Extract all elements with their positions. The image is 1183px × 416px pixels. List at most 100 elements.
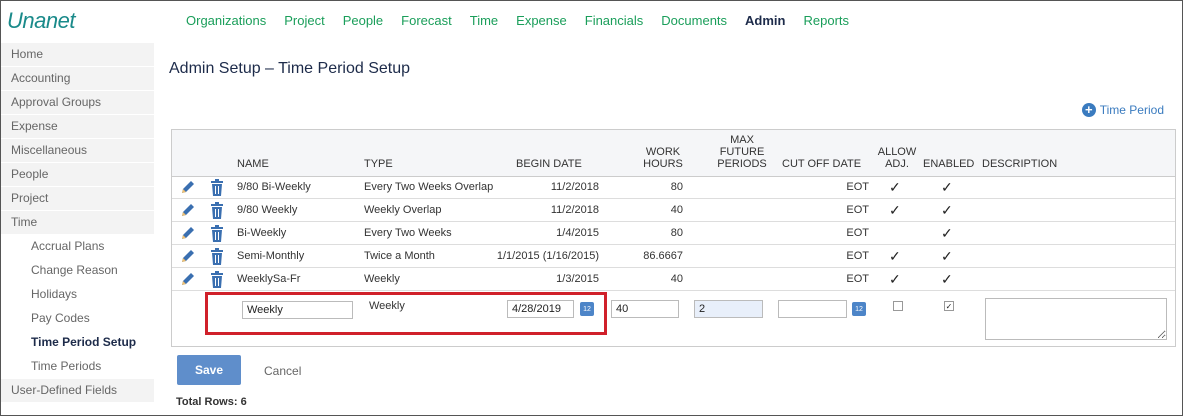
- sidebar-item-miscellaneous[interactable]: Miscellaneous: [1, 139, 154, 162]
- delete-trash-icon[interactable]: [210, 271, 224, 288]
- row-name: Bi-Weekly: [237, 227, 287, 239]
- enabled-check-icon: ✓: [941, 202, 953, 218]
- calendar-icon[interactable]: 12: [852, 302, 866, 316]
- col-begin-date[interactable]: BEGIN DATE: [516, 158, 582, 170]
- table-row: Semi-Monthly Twice a Month 1/1/2015 (1/16/…: [172, 246, 1175, 268]
- nav-organizations[interactable]: Organizations: [186, 13, 266, 28]
- sidebar-item-time[interactable]: Time: [1, 211, 154, 234]
- col-allow-adj[interactable]: ALLOW ADJ.: [875, 146, 919, 170]
- page-title: Admin Setup – Time Period Setup: [169, 60, 411, 77]
- plus-circle-icon: +: [1081, 103, 1096, 117]
- delete-trash-icon[interactable]: [210, 225, 224, 242]
- table-row: Bi-Weekly Every Two Weeks 1/4/2015 80 EOT ✓: [172, 223, 1175, 245]
- nav-project[interactable]: Project: [284, 13, 324, 28]
- nav-documents[interactable]: Documents: [661, 13, 727, 28]
- enabled-check-icon: ✓: [941, 248, 953, 264]
- save-button[interactable]: Save: [177, 355, 241, 385]
- main-nav: Organizations Project People Forecast Time Ex…: [186, 13, 867, 28]
- allow-adj-check-icon: ✓: [889, 248, 901, 264]
- unanet-logo[interactable]: Unanet: [7, 8, 75, 34]
- total-rows: Total Rows: 6: [176, 396, 247, 408]
- row-type: Weekly: [364, 273, 400, 285]
- col-cut-off-date[interactable]: CUT OFF DATE: [782, 158, 861, 170]
- add-time-period-label: Time Period: [1099, 103, 1164, 117]
- nav-time[interactable]: Time: [470, 13, 498, 28]
- col-enabled[interactable]: ENABLED: [923, 158, 974, 170]
- enabled-check-icon: ✓: [941, 271, 953, 287]
- sidebar-item-people[interactable]: People: [1, 163, 154, 186]
- row-work-hours: 86.6667: [643, 250, 683, 262]
- row-type: Twice a Month: [364, 250, 435, 262]
- add-time-period-link[interactable]: + Time Period: [1081, 103, 1164, 117]
- allow-adj-check-icon: ✓: [889, 202, 901, 218]
- row-name: Semi-Monthly: [237, 250, 305, 262]
- nav-forecast[interactable]: Forecast: [401, 13, 452, 28]
- sidebar-item-holidays[interactable]: Holidays: [1, 283, 154, 306]
- top-bar: Unanet Organizations Project People Forecas…: [1, 1, 1182, 43]
- row-name: 9/80 Weekly: [237, 204, 298, 216]
- cut-off-date-input[interactable]: [778, 300, 847, 318]
- nav-admin[interactable]: Admin: [745, 13, 785, 28]
- admin-sidebar: Home Accounting Approval Groups Expense Misc…: [1, 43, 154, 415]
- table-row: 9/80 Weekly Weekly Overlap 11/2/2018 40 EOT ✓…: [172, 200, 1175, 222]
- row-begin-date: 1/3/2015: [556, 273, 599, 285]
- sidebar-item-time-periods[interactable]: Time Periods: [1, 355, 154, 378]
- nav-expense[interactable]: Expense: [516, 13, 567, 28]
- sidebar-item-time-period-setup[interactable]: Time Period Setup: [1, 331, 154, 354]
- row-name: 9/80 Bi-Weekly: [237, 181, 311, 193]
- highlight-box: [205, 292, 607, 335]
- sidebar-item-change-reason[interactable]: Change Reason: [1, 259, 154, 282]
- col-description[interactable]: DESCRIPTION: [982, 158, 1057, 170]
- sidebar-item-user-defined-fields[interactable]: User-Defined Fields: [1, 379, 154, 402]
- row-begin-date: 1/1/2015 (1/16/2015): [496, 250, 599, 262]
- table-row: 9/80 Bi-Weekly Every Two Weeks Overlap 11/…: [172, 177, 1175, 199]
- enabled-check-icon: ✓: [941, 225, 953, 241]
- row-begin-date: 11/2/2018: [550, 181, 599, 193]
- main-content: Admin Setup – Time Period Setup + Time P…: [154, 43, 1182, 415]
- edit-pencil-icon[interactable]: [180, 248, 196, 264]
- enabled-checkbox[interactable]: ✓: [944, 301, 954, 311]
- edit-pencil-icon[interactable]: [180, 271, 196, 287]
- sidebar-item-pay-codes[interactable]: Pay Codes: [1, 307, 154, 330]
- col-max-future-periods[interactable]: MAX FUTURE PERIODS: [712, 134, 772, 170]
- row-begin-date: 11/2/2018: [550, 204, 599, 216]
- enabled-check-icon: ✓: [941, 179, 953, 195]
- row-type: Weekly Overlap: [364, 204, 442, 216]
- delete-trash-icon[interactable]: [210, 202, 224, 219]
- row-cut-off-date: EOT: [846, 204, 869, 216]
- allow-adj-check-icon: ✓: [889, 271, 901, 287]
- sidebar-item-accounting[interactable]: Accounting: [1, 67, 154, 90]
- sidebar-item-approval-groups[interactable]: Approval Groups: [1, 91, 154, 114]
- col-type[interactable]: TYPE: [364, 158, 393, 170]
- description-textarea[interactable]: [985, 298, 1167, 340]
- nav-financials[interactable]: Financials: [585, 13, 644, 28]
- row-type: Every Two Weeks: [364, 227, 452, 239]
- col-work-hours[interactable]: WORK HOURS: [642, 146, 684, 170]
- row-cut-off-date: EOT: [846, 273, 869, 285]
- table-header: NAME TYPE BEGIN DATE WORK HOURS MAX FUTU…: [172, 130, 1175, 177]
- row-work-hours: 40: [670, 273, 683, 285]
- col-name[interactable]: NAME: [237, 158, 269, 170]
- allow-adj-checkbox[interactable]: [893, 301, 903, 311]
- edit-pencil-icon[interactable]: [180, 225, 196, 241]
- edit-pencil-icon[interactable]: [180, 202, 196, 218]
- edit-pencil-icon[interactable]: [180, 179, 196, 195]
- sidebar-item-expense[interactable]: Expense: [1, 115, 154, 138]
- sidebar-item-project[interactable]: Project: [1, 187, 154, 210]
- row-work-hours: 40: [670, 204, 683, 216]
- nav-people[interactable]: People: [343, 13, 383, 28]
- row-work-hours: 80: [670, 181, 683, 193]
- sidebar-item-home[interactable]: Home: [1, 43, 154, 66]
- nav-reports[interactable]: Reports: [803, 13, 849, 28]
- time-period-table: NAME TYPE BEGIN DATE WORK HOURS MAX FUTU…: [171, 129, 1176, 347]
- max-future-periods-input[interactable]: [694, 300, 763, 318]
- cancel-button[interactable]: Cancel: [264, 364, 301, 378]
- sidebar-item-accrual-plans[interactable]: Accrual Plans: [1, 235, 154, 258]
- delete-trash-icon[interactable]: [210, 179, 224, 196]
- new-row-editor: Weekly 12 12 ✓: [172, 291, 1175, 347]
- row-name: WeeklySa-Fr: [237, 273, 301, 285]
- delete-trash-icon[interactable]: [210, 248, 224, 265]
- row-cut-off-date: EOT: [846, 250, 869, 262]
- allow-adj-check-icon: ✓: [889, 179, 901, 195]
- work-hours-input[interactable]: [611, 300, 679, 318]
